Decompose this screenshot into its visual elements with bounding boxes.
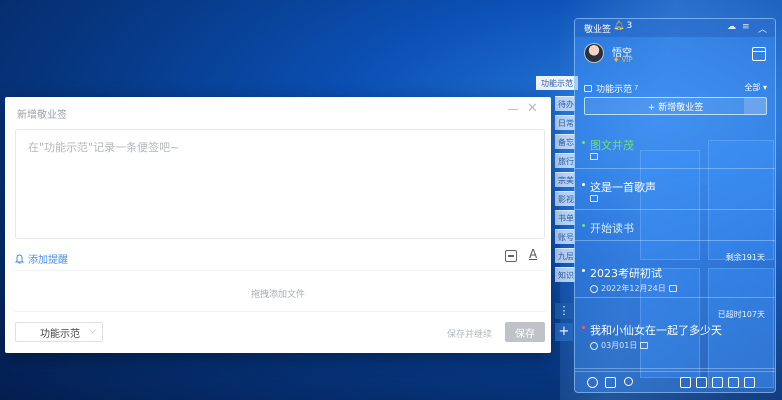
folder-count: 7 (634, 84, 639, 92)
dialog-title: 新增敬业签 (17, 110, 67, 121)
note-text: 这是一首歌声 (590, 181, 656, 194)
attachment-icon (590, 153, 598, 160)
add-note-options-icon[interactable] (744, 98, 766, 114)
category-tab[interactable]: 待办 (555, 96, 575, 111)
save-and-continue-button[interactable]: 保存并继续 (447, 327, 492, 340)
note-status-dot (582, 224, 585, 227)
view-icon[interactable] (712, 377, 723, 388)
note-item[interactable]: 开始读书 (575, 210, 775, 241)
folder-name: 功能示范 (596, 84, 633, 95)
note-item[interactable]: 图文并茂 (575, 127, 775, 169)
category-tab[interactable]: 日常 (555, 115, 575, 130)
category-tab[interactable]: 旅行 (555, 153, 575, 168)
note-meta: 03月01日 (590, 340, 649, 351)
file-drop-zone[interactable]: 拖拽添加文件 (5, 287, 551, 300)
app-name: 敬业签 (584, 25, 612, 35)
category-tab[interactable]: 影视 (555, 191, 575, 206)
category-select-value: 功能示范 (40, 328, 80, 340)
folder-row: 功能示范 7 全部 ▾ (584, 81, 769, 95)
clock-icon (590, 284, 598, 293)
add-box-icon[interactable] (680, 377, 691, 388)
clock-icon[interactable] (587, 377, 598, 388)
note-meta: 2022年12月24日 (590, 283, 677, 294)
category-tab[interactable]: 九层 (555, 248, 575, 263)
search-icon[interactable] (624, 377, 633, 386)
text-format-icon[interactable] (505, 250, 517, 262)
more-tabs-button[interactable]: ⋮ (555, 303, 573, 319)
note-item[interactable]: 这是一首歌声 (575, 169, 775, 210)
attachment-icon (590, 195, 598, 202)
menu-icon[interactable]: ≡ (742, 22, 750, 32)
add-category-button[interactable]: + (555, 323, 573, 341)
menu-icon[interactable] (744, 377, 755, 388)
note-status-dot (582, 326, 585, 329)
add-reminder-label: 添加提醒 (28, 255, 68, 266)
attachment-icon (668, 285, 677, 292)
note-text: 开始读书 (590, 222, 634, 235)
attachment-icon (640, 342, 649, 349)
note-text: 2023考研初试 (590, 267, 662, 280)
save-button[interactable]: 保存 (505, 322, 545, 342)
divider (15, 311, 545, 312)
close-button[interactable]: ✕ (527, 101, 538, 116)
bell-icon: 🔔︎ (613, 21, 625, 31)
category-tab[interactable]: 宗美 (555, 172, 575, 187)
note-item[interactable]: 我和小仙女在一起了多少天 03月01日 已超时107天 (575, 298, 775, 369)
editor-placeholder: 在"功能示范"记录一条便签吧~ (28, 141, 180, 154)
panel-header: 敬业签 🔔︎ 3 ☁ ≡ ︿ (575, 19, 775, 37)
vip-label: VIP (621, 56, 633, 64)
add-note-button[interactable]: + 新增敬业签 (584, 97, 767, 115)
notification-count: 3 (626, 21, 633, 31)
note-status-dot (582, 183, 585, 186)
cloud-sync-icon[interactable]: ☁ (727, 22, 736, 32)
note-text: 图文并茂 (590, 139, 634, 152)
check-box-icon[interactable] (605, 377, 616, 388)
category-tab[interactable]: 知识 (555, 267, 575, 282)
category-tab[interactable]: 备忘 (555, 134, 575, 149)
columns-icon[interactable] (696, 377, 707, 388)
panel-footer (575, 371, 775, 393)
note-text: 我和小仙女在一起了多少天 (590, 324, 722, 337)
note-meta (590, 195, 598, 202)
note-item[interactable]: 2023考研初试 2022年12月24日 剩余191天 (575, 241, 775, 298)
vip-badge: ♦ VIP (613, 56, 633, 64)
new-note-dialog: 新增敬业签 — ✕ 在"功能示范"记录一条便签吧~ 添加提醒 A 拖拽添加文件 … (5, 97, 551, 353)
filter-dropdown[interactable]: 全部 ▾ (744, 82, 767, 93)
folder-icon (584, 84, 592, 92)
note-status-dot (582, 141, 585, 144)
collapse-icon[interactable]: ︿ (758, 22, 767, 35)
note-date: 2022年12月24日 (601, 284, 666, 293)
note-date: 03月01日 (601, 341, 638, 350)
minimize-button[interactable]: — (507, 102, 519, 116)
note-countdown: 已超时107天 (717, 310, 765, 319)
font-color-icon[interactable]: A (529, 247, 537, 261)
sticky-notes-panel: 敬业签 🔔︎ 3 ☁ ≡ ︿ 悟空 ♦ VIP 功能示范 7 全部 ▾ + 新增… (574, 18, 776, 393)
note-countdown: 剩余191天 (725, 253, 765, 262)
add-note-label: + 新增敬业签 (647, 102, 704, 113)
avatar[interactable] (584, 43, 604, 63)
category-select[interactable]: 功能示范 ⌵ (15, 322, 103, 342)
tab-active-category[interactable]: 功能示范 (536, 76, 578, 90)
calendar-icon[interactable] (752, 47, 766, 61)
note-status-dot (582, 269, 585, 272)
add-reminder-link[interactable]: 添加提醒 (15, 251, 68, 266)
category-tab[interactable]: 账号 (555, 229, 575, 244)
note-editor[interactable]: 在"功能示范"记录一条便签吧~ (15, 129, 545, 239)
clock-icon (590, 341, 598, 350)
note-meta (590, 153, 598, 160)
filter-label: 全部 (744, 83, 761, 92)
chevron-down-icon: ⌵ (89, 326, 96, 336)
calendar-icon[interactable] (728, 377, 739, 388)
category-tab[interactable]: 书单 (555, 210, 575, 225)
bell-icon (15, 253, 24, 264)
divider (15, 270, 545, 271)
notification-button[interactable]: 🔔︎ 3 (613, 21, 632, 31)
